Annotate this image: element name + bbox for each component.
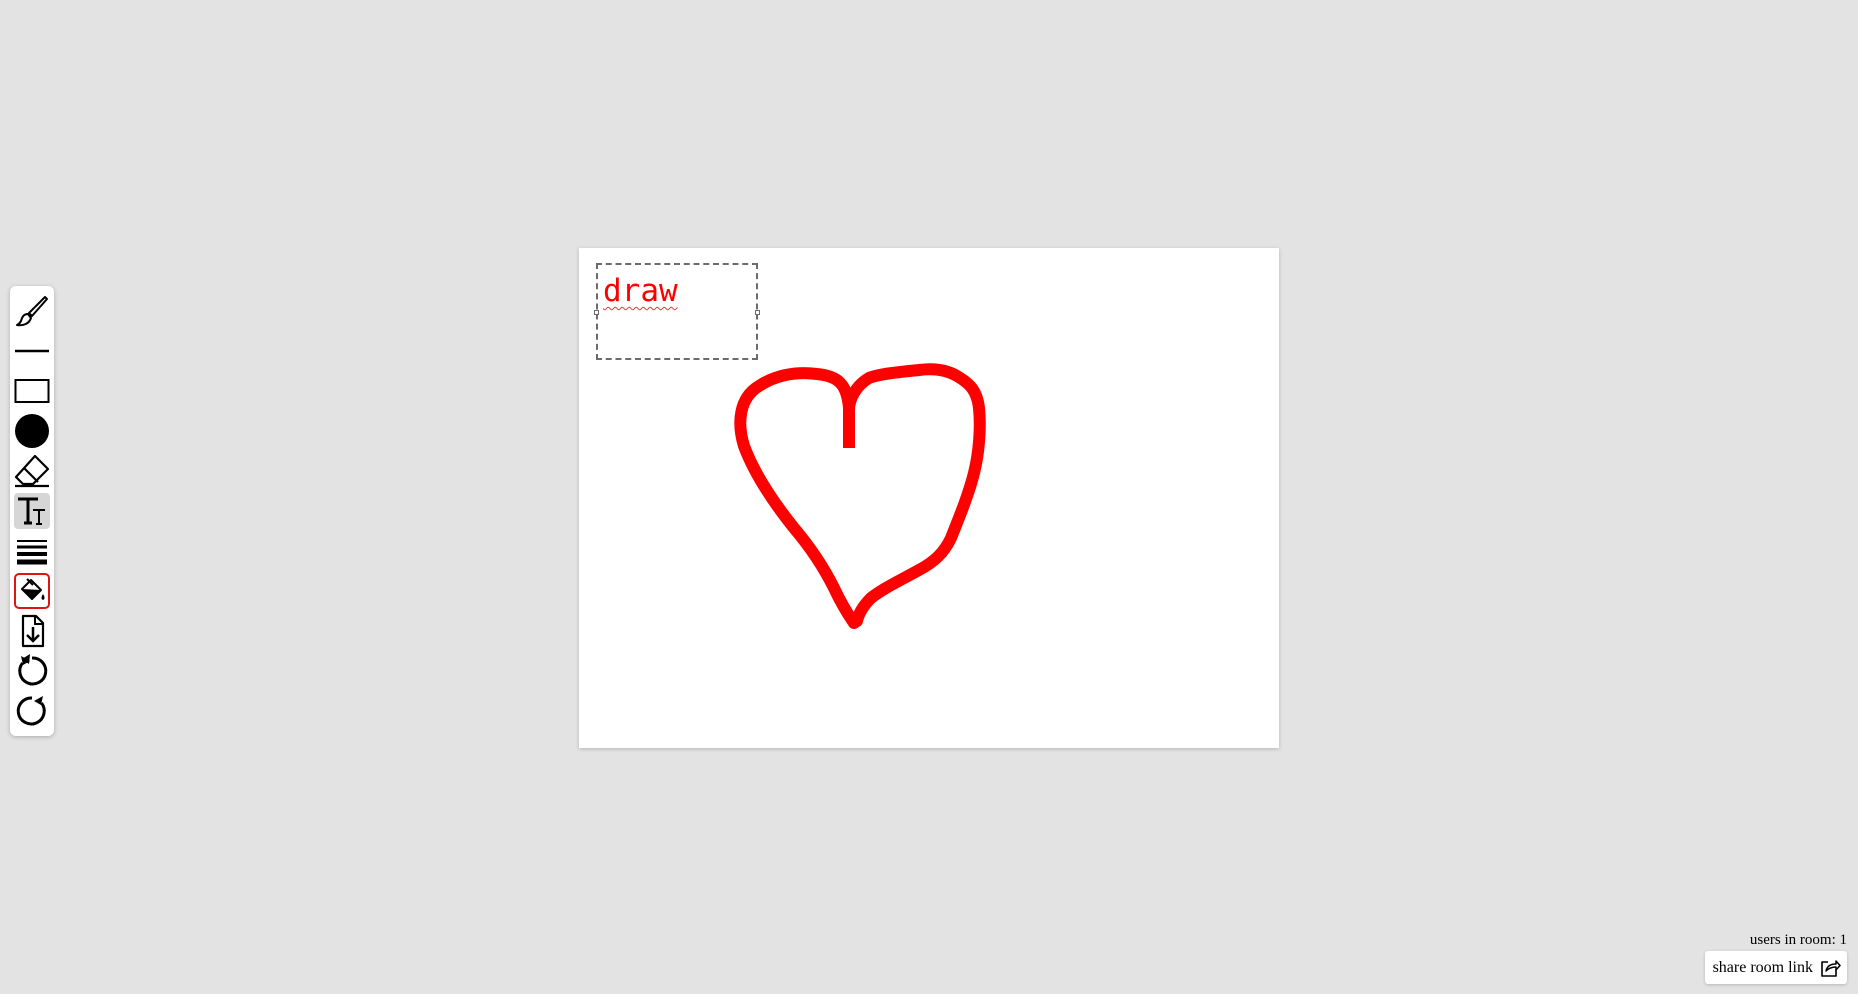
eraser-icon bbox=[14, 454, 50, 488]
eraser-tool-button[interactable] bbox=[14, 453, 50, 489]
redo-icon bbox=[16, 696, 46, 726]
resize-handle-left[interactable] bbox=[594, 310, 599, 315]
toolbar bbox=[10, 286, 54, 736]
stroke-width-tool-button[interactable] bbox=[14, 533, 50, 569]
download-file-icon bbox=[21, 614, 45, 648]
line-tool-button[interactable] bbox=[14, 333, 50, 369]
rectangle-tool-button[interactable] bbox=[14, 373, 50, 409]
circle-icon bbox=[15, 414, 49, 448]
share-room-link-label: share room link bbox=[1712, 958, 1813, 976]
share-icon bbox=[1821, 959, 1841, 977]
text-box[interactable]: draw bbox=[594, 263, 760, 360]
rectangle-icon bbox=[14, 379, 50, 403]
users-in-room: users in room: 1 bbox=[1749, 932, 1847, 948]
drawing-canvas[interactable]: draw bbox=[579, 248, 1279, 748]
line-icon bbox=[15, 349, 49, 353]
redo-tool-button[interactable] bbox=[14, 693, 50, 729]
paint-bucket-icon bbox=[21, 578, 45, 600]
share-room-link-button[interactable]: share room link bbox=[1704, 951, 1847, 984]
text-icon bbox=[18, 497, 45, 525]
fill-tool-button[interactable] bbox=[14, 573, 50, 609]
download-tool-button[interactable] bbox=[14, 613, 50, 649]
stroke-width-icon bbox=[17, 540, 47, 565]
whiteboard-app: draw users in room: 1 share room link bbox=[0, 0, 1858, 996]
text-tool-button[interactable] bbox=[14, 493, 50, 529]
brush-icon bbox=[16, 296, 48, 327]
undo-icon bbox=[18, 654, 48, 686]
resize-handle-right[interactable] bbox=[755, 310, 760, 315]
circle-tool-button[interactable] bbox=[14, 413, 50, 449]
text-box-content[interactable]: draw bbox=[603, 273, 678, 309]
brush-tool-button[interactable] bbox=[14, 293, 50, 329]
undo-tool-button[interactable] bbox=[14, 653, 50, 689]
